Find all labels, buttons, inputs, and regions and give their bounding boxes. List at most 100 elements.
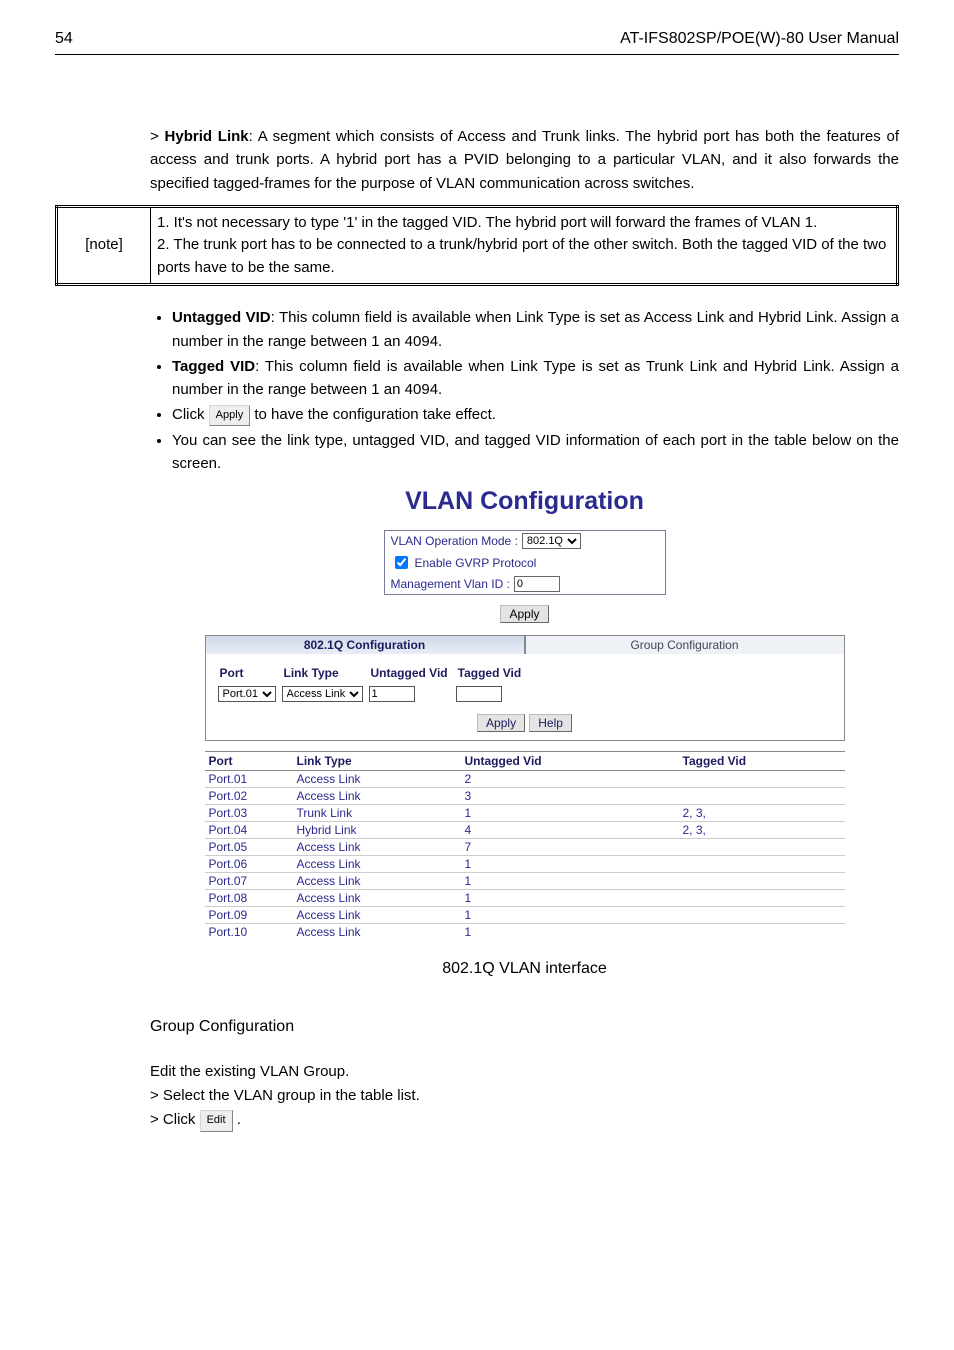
- table-cell: Port.02: [205, 788, 293, 805]
- note-body: 1. It's not necessary to type '1' in the…: [151, 206, 898, 285]
- page-number: 54: [55, 30, 73, 48]
- table-cell: 2: [461, 771, 679, 788]
- col-untagged: Untagged Vid: [461, 752, 679, 771]
- untagged-vid-input[interactable]: [369, 686, 415, 702]
- table-cell: Port.08: [205, 890, 293, 907]
- table-cell: 3: [461, 788, 679, 805]
- bullet-1-text: : This column field is available when Li…: [172, 309, 899, 349]
- top-apply-button[interactable]: Apply: [500, 605, 548, 623]
- tab-8021q-config[interactable]: 802.1Q Configuration: [205, 635, 525, 654]
- mgmt-vlan-label: Management Vlan ID :: [391, 577, 510, 591]
- screenshot-caption: 802.1Q VLAN interface: [150, 960, 899, 978]
- table-row: Port.09Access Link1: [205, 907, 845, 924]
- config-box: VLAN Operation Mode : 802.1Q Enable GVRP…: [384, 530, 666, 595]
- table-cell: Port.07: [205, 873, 293, 890]
- hybrid-link-paragraph: > Hybrid Link: A segment which consists …: [150, 125, 899, 195]
- inner-config-panel: Port Link Type Untagged Vid Tagged Vid P…: [205, 654, 845, 741]
- bullet-1-label: Untagged VID: [172, 309, 271, 326]
- bullet-tagged-vid: Tagged VID: This column field is availab…: [172, 355, 899, 402]
- table-cell: [679, 924, 845, 941]
- table-cell: Hybrid Link: [293, 822, 461, 839]
- table-cell: [679, 890, 845, 907]
- bullet-untagged-vid: Untagged VID: This column field is avail…: [172, 306, 899, 353]
- note-label: [note]: [57, 206, 151, 285]
- bullet-2-text: : This column field is available when Li…: [172, 358, 899, 398]
- table-cell: Access Link: [293, 907, 461, 924]
- tab-group-config[interactable]: Group Configuration: [525, 635, 845, 654]
- note-line-1: 1. It's not necessary to type '1' in the…: [157, 212, 890, 235]
- table-row: Port.08Access Link1: [205, 890, 845, 907]
- bullet-see-table: You can see the link type, untagged VID,…: [172, 429, 899, 476]
- table-cell: Port.10: [205, 924, 293, 941]
- col-linktype: Link Type: [293, 752, 461, 771]
- table-row: Port.10Access Link1: [205, 924, 845, 941]
- group-config-line-2: > Select the VLAN group in the table lis…: [150, 1084, 899, 1108]
- gc-line3-post: .: [233, 1111, 241, 1128]
- table-cell: Access Link: [293, 924, 461, 941]
- inner-apply-button[interactable]: Apply: [477, 714, 525, 732]
- table-cell: 1: [461, 907, 679, 924]
- gc-line3-pre: > Click: [150, 1111, 200, 1128]
- table-cell: Port.03: [205, 805, 293, 822]
- hybrid-label: Hybrid Link: [165, 128, 249, 145]
- table-row: Port.07Access Link1: [205, 873, 845, 890]
- bullet-3-post: to have the configuration take effect.: [250, 406, 496, 423]
- bullet-click-apply: Click Apply to have the configuration ta…: [172, 403, 899, 426]
- op-mode-select[interactable]: 802.1Q: [522, 533, 581, 549]
- table-cell: [679, 873, 845, 890]
- op-mode-label: VLAN Operation Mode :: [391, 534, 518, 548]
- inner-col-linktype: Link Type: [280, 664, 365, 682]
- table-cell: Port.04: [205, 822, 293, 839]
- table-cell: [679, 907, 845, 924]
- table-row: Port.01Access Link2: [205, 771, 845, 788]
- table-cell: 4: [461, 822, 679, 839]
- table-cell: 1: [461, 924, 679, 941]
- note-line-2: 2. The trunk port has to be connected to…: [157, 234, 890, 279]
- table-row: Port.06Access Link1: [205, 856, 845, 873]
- table-row: Port.05Access Link7: [205, 839, 845, 856]
- mgmt-vlan-input[interactable]: [514, 576, 560, 592]
- table-row: Port.04Hybrid Link42, 3,: [205, 822, 845, 839]
- table-row: Port.03Trunk Link12, 3,: [205, 805, 845, 822]
- vlan-config-screenshot: VLAN Configuration VLAN Operation Mode :…: [205, 487, 845, 940]
- group-config-line-1: Edit the existing VLAN Group.: [150, 1060, 899, 1084]
- table-cell: 7: [461, 839, 679, 856]
- inner-help-button[interactable]: Help: [529, 714, 572, 732]
- table-cell: Port.06: [205, 856, 293, 873]
- inner-col-tagged: Tagged Vid: [454, 664, 526, 682]
- gvrp-label: Enable GVRP Protocol: [415, 556, 537, 570]
- table-cell: Port.05: [205, 839, 293, 856]
- hybrid-prefix: >: [150, 128, 159, 145]
- screenshot-title: VLAN Configuration: [205, 487, 845, 516]
- table-cell: 1: [461, 856, 679, 873]
- col-tagged: Tagged Vid: [679, 752, 845, 771]
- col-port: Port: [205, 752, 293, 771]
- table-cell: [679, 839, 845, 856]
- linktype-select[interactable]: Access Link: [282, 686, 363, 702]
- table-cell: Port.09: [205, 907, 293, 924]
- table-cell: Access Link: [293, 771, 461, 788]
- table-cell: Port.01: [205, 771, 293, 788]
- table-cell: 1: [461, 873, 679, 890]
- bullet-3-pre: Click: [172, 406, 209, 423]
- table-cell: [679, 788, 845, 805]
- table-cell: [679, 771, 845, 788]
- table-cell: Access Link: [293, 873, 461, 890]
- table-cell: 2, 3,: [679, 805, 845, 822]
- table-cell: Trunk Link: [293, 805, 461, 822]
- table-cell: Access Link: [293, 890, 461, 907]
- table-cell: [679, 856, 845, 873]
- tagged-vid-input[interactable]: [456, 686, 502, 702]
- group-config-line-3: > Click Edit .: [150, 1108, 899, 1132]
- table-cell: Access Link: [293, 788, 461, 805]
- group-config-heading: Group Configuration: [150, 1018, 899, 1036]
- table-cell: Access Link: [293, 856, 461, 873]
- note-box: [note] 1. It's not necessary to type '1'…: [55, 205, 899, 287]
- port-status-table: Port Link Type Untagged Vid Tagged Vid P…: [205, 751, 845, 940]
- manual-title: AT-IFS802SP/POE(W)-80 User Manual: [620, 30, 899, 48]
- table-cell: 2, 3,: [679, 822, 845, 839]
- inner-col-untagged: Untagged Vid: [367, 664, 452, 682]
- gvrp-checkbox[interactable]: [395, 556, 408, 569]
- port-select[interactable]: Port.01: [218, 686, 276, 702]
- table-row: Port.02Access Link3: [205, 788, 845, 805]
